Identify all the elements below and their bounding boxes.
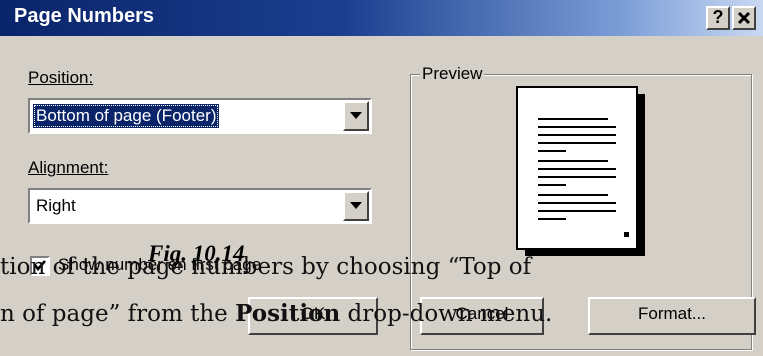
chevron-down-icon [350, 202, 362, 209]
close-button[interactable] [732, 6, 756, 30]
dialog-title: Page Numbers [14, 5, 155, 27]
chevron-down-icon [350, 112, 362, 119]
help-button[interactable]: ? [706, 6, 730, 30]
body-text-bold-position: Position [235, 300, 341, 327]
dialog-title-bar[interactable]: Page Numbers ? [0, 0, 763, 36]
position-value: Bottom of page (Footer) [33, 104, 220, 128]
page-number-marker [624, 232, 629, 237]
format-button[interactable]: Format... [588, 297, 756, 335]
preview-page-icon [516, 86, 638, 250]
preview-label: Preview [420, 64, 485, 84]
position-label: Position: [28, 68, 94, 87]
alignment-dropdown-arrow[interactable] [343, 191, 369, 221]
body-text-line-2: n of page” from the Position drop-down m… [0, 300, 553, 327]
alignment-label: Alignment: [28, 158, 109, 177]
close-icon [737, 11, 751, 25]
body-text-line-1: tion of the page numbers by choosing “To… [0, 254, 532, 280]
position-dropdown[interactable]: Bottom of page (Footer) [28, 98, 372, 134]
alignment-value: Right [36, 196, 76, 215]
alignment-dropdown[interactable]: Right [28, 188, 372, 224]
position-dropdown-arrow[interactable] [343, 101, 369, 131]
